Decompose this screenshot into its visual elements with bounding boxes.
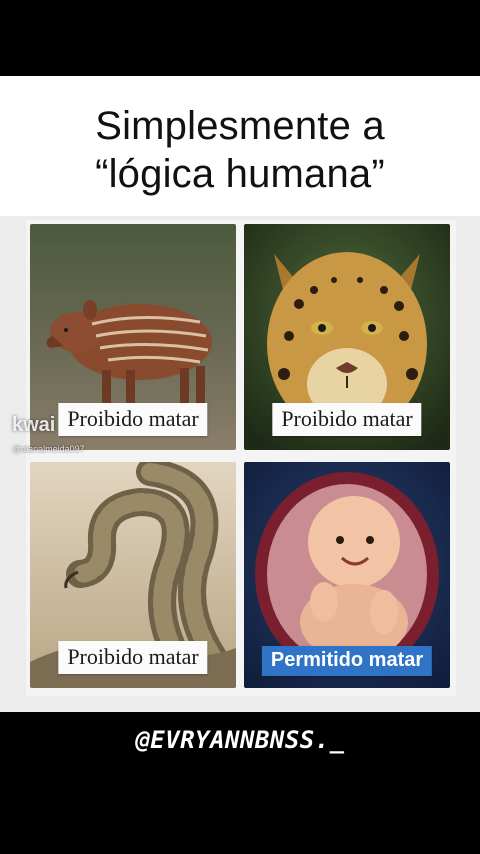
- caption-tapir: Proibido matar: [58, 403, 208, 436]
- meme-panel: Proibido matar Proibido matar Proibido m…: [0, 216, 480, 712]
- tile-jaguar: Proibido matar: [244, 224, 450, 450]
- kwai-logo-watermark: kwai: [12, 414, 56, 436]
- tile-snake: Proibido matar: [30, 462, 236, 688]
- title-line-2: “lógica humana”: [95, 152, 385, 196]
- caption-jaguar: Proibido matar: [272, 403, 422, 436]
- title-line-1: Simplesmente a: [95, 104, 385, 148]
- caption-baby: Permitido matar: [261, 646, 433, 676]
- caption-snake: Proibido matar: [58, 641, 208, 674]
- tile-baby: Permitido matar: [244, 462, 450, 688]
- title-band: Simplesmente a “lógica humana”: [0, 76, 480, 216]
- tile-tapir: Proibido matar: [30, 224, 236, 450]
- signature: @EVRYANNBNSS._: [135, 726, 345, 754]
- image-grid: Proibido matar Proibido matar Proibido m…: [26, 220, 456, 696]
- kwai-handle-watermark: @alanalmeida097: [12, 444, 85, 454]
